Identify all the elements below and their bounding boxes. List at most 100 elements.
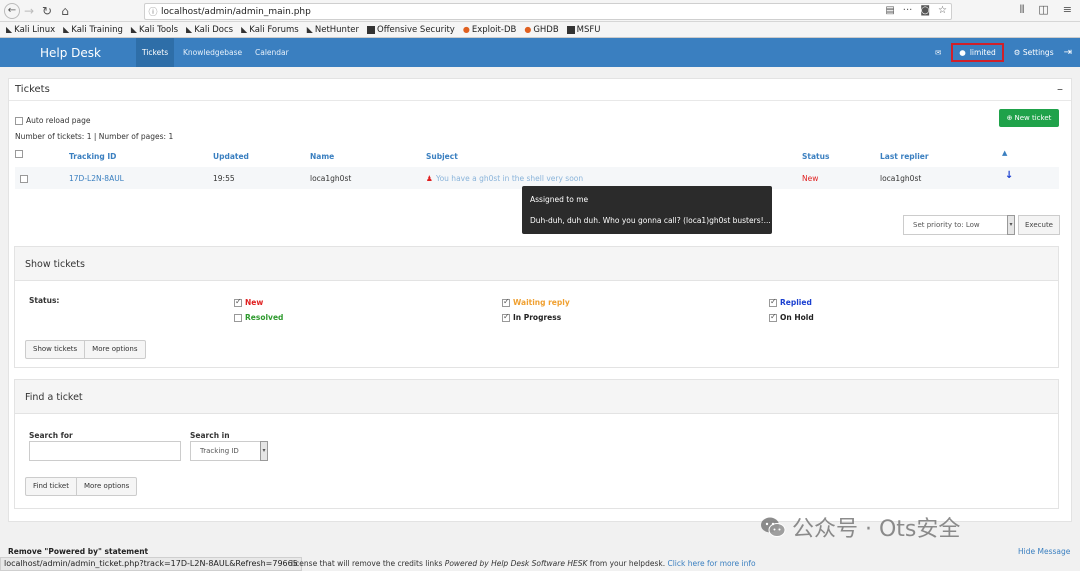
tab-knowledgebase[interactable]: Knowledgebase — [177, 38, 248, 67]
reader-icon[interactable]: ▤ — [885, 5, 894, 16]
bookmark-offensive-security[interactable]: Offensive Security — [367, 25, 455, 35]
gear-icon: ⚙ — [1013, 48, 1021, 57]
auto-reload-toggle[interactable]: Auto reload page — [15, 116, 90, 125]
search-in-select[interactable]: Tracking ID ▾ — [190, 441, 268, 461]
back-icon[interactable]: ← — [4, 2, 20, 19]
status-filter-replied[interactable]: Replied — [769, 297, 812, 307]
url-bar[interactable]: ⓘ localhost/admin/admin_main.php ▤ ··· ◙… — [144, 3, 952, 20]
more-options-button[interactable]: More options — [75, 478, 136, 495]
status-checkbox[interactable] — [502, 297, 510, 307]
library-icon[interactable]: ⫴ — [1020, 3, 1025, 17]
mail-icon[interactable]: ✉ — [935, 48, 941, 57]
bookmark-kali-training[interactable]: ◣ Kali Training — [63, 25, 123, 35]
bookmark-kali-tools[interactable]: ◣ Kali Tools — [131, 25, 178, 35]
license-part: Powered by Help Desk Software HESK — [444, 559, 588, 568]
status-checkbox[interactable] — [769, 312, 777, 322]
panel-title: Tickets — [15, 84, 50, 95]
bookmark-kali-docs[interactable]: ◣ Kali Docs — [186, 25, 233, 35]
new-ticket-button[interactable]: ⊕ New ticket — [999, 109, 1059, 127]
assigned-user-icon: ♟ — [426, 174, 433, 183]
col-subject[interactable]: Subject — [426, 152, 458, 161]
bookmark-label: Kali Tools — [139, 24, 179, 35]
bookmark-label: Kali Docs — [194, 24, 234, 35]
sort-up-icon[interactable]: ▲ — [1002, 149, 1007, 157]
tab-calendar[interactable]: Calendar — [249, 38, 295, 67]
status-filter-waiting[interactable]: Waiting reply — [502, 297, 570, 307]
find-ticket-button[interactable]: Find ticket — [26, 478, 76, 495]
plus-circle-icon: ⊕ — [1006, 114, 1013, 122]
bookmark-msfu[interactable]: MSFU — [566, 25, 601, 35]
status-checkbox[interactable] — [234, 297, 242, 307]
username: limited — [969, 48, 996, 57]
user-menu[interactable]: ● limited — [951, 43, 1004, 62]
execute-button[interactable]: Execute — [1018, 215, 1060, 235]
offsec-icon — [367, 25, 376, 34]
kali-dragon-icon: ◣ — [63, 25, 70, 34]
bookmark-label: Exploit-DB — [471, 24, 517, 35]
brand-title[interactable]: Help Desk — [40, 46, 101, 60]
subject-link[interactable]: You have a gh0st in the shell very soon — [436, 174, 583, 183]
status-filter-new[interactable]: New — [234, 297, 263, 307]
find-ticket-title: Find a ticket — [15, 380, 1058, 414]
search-input[interactable] — [29, 441, 181, 461]
search-in-value: Tracking ID — [200, 447, 239, 455]
status-option-label: In Progress — [513, 313, 562, 322]
col-name[interactable]: Name — [310, 152, 334, 161]
status-filter-resolved[interactable]: Resolved — [234, 313, 283, 322]
show-tickets-button[interactable]: Show tickets — [26, 341, 84, 358]
updated-cell: 19:55 — [213, 174, 235, 183]
info-icon[interactable]: ⓘ — [145, 5, 161, 18]
settings-menu[interactable]: ⚙ Settings — [1014, 48, 1054, 57]
more-icon[interactable]: ··· — [903, 5, 913, 16]
row-checkbox[interactable] — [20, 175, 28, 183]
auto-reload-checkbox[interactable] — [15, 116, 23, 125]
sidebar-icon[interactable]: ◫ — [1038, 3, 1048, 17]
bookmark-exploit-db[interactable]: ● Exploit-DB — [463, 25, 516, 35]
subject-tooltip: Assigned to me Duh-duh, duh duh. Who you… — [522, 186, 772, 234]
kali-dragon-icon: ◣ — [306, 25, 313, 34]
hide-message-link[interactable]: Hide Message — [1018, 547, 1070, 556]
bookmarks-bar: ◣ Kali Linux ◣ Kali Training ◣ Kali Tools ◣… — [0, 22, 1080, 38]
select-all-checkbox[interactable] — [15, 150, 23, 158]
app-header: Help Desk Tickets Knowledgebase Calendar… — [0, 38, 1080, 67]
pocket-icon[interactable]: ◙ — [920, 5, 930, 16]
status-filter-in-progress[interactable]: In Progress — [502, 312, 562, 322]
status-checkbox[interactable] — [502, 312, 510, 322]
wechat-icon — [761, 517, 786, 537]
bookmark-star-icon[interactable]: ☆ — [938, 5, 947, 16]
logout-icon[interactable]: ⇥ — [1064, 47, 1072, 58]
priority-select[interactable]: Set priority to: Low ▾ — [903, 215, 1015, 235]
tab-tickets[interactable]: Tickets — [136, 38, 175, 67]
bookmark-ghdb[interactable]: ● GHDB — [524, 25, 558, 35]
col-last-replier[interactable]: Last replier — [880, 152, 929, 161]
col-status[interactable]: Status — [802, 152, 829, 161]
col-tracking-id[interactable]: Tracking ID — [69, 152, 116, 161]
bookmark-label: Offensive Security — [377, 24, 455, 35]
more-info-link[interactable]: Click here for more info — [667, 559, 755, 568]
bookmark-kali-forums[interactable]: ◣ Kali Forums — [241, 25, 299, 35]
forward-icon[interactable]: → — [20, 2, 38, 20]
bookmark-nethunter[interactable]: ◣ NetHunter — [307, 25, 359, 35]
collapse-icon[interactable]: – — [1057, 82, 1063, 96]
bookmark-label: Kali Training — [71, 24, 123, 35]
more-options-button[interactable]: More options — [84, 341, 144, 358]
bookmark-kali-linux[interactable]: ◣ Kali Linux — [6, 25, 55, 35]
status-checkbox[interactable] — [769, 297, 777, 307]
bookmark-label: GHDB — [533, 24, 559, 35]
user-icon: ● — [959, 48, 966, 57]
status-option-label: Resolved — [245, 313, 284, 322]
show-tickets-buttons: Show tickets More options — [25, 340, 146, 359]
status-filter-on-hold[interactable]: On Hold — [769, 312, 814, 322]
reload-icon[interactable]: ↻ — [38, 2, 56, 20]
remove-powered-note: Remove "Powered by" statement — [8, 547, 149, 556]
home-icon[interactable]: ⌂ — [56, 2, 74, 20]
col-updated[interactable]: Updated — [213, 152, 249, 161]
priority-down-icon: ↓ — [1005, 170, 1014, 181]
divider — [9, 100, 1071, 101]
bookmark-label: Kali Forums — [249, 24, 299, 35]
tracking-id-link[interactable]: 17D-L2N-8AUL — [69, 174, 124, 183]
status-checkbox[interactable] — [234, 313, 242, 322]
show-tickets-panel: Show tickets Status: New Waiting reply R… — [14, 246, 1059, 368]
menu-icon[interactable]: ≡ — [1063, 3, 1072, 17]
status-label: Status: — [29, 296, 60, 305]
